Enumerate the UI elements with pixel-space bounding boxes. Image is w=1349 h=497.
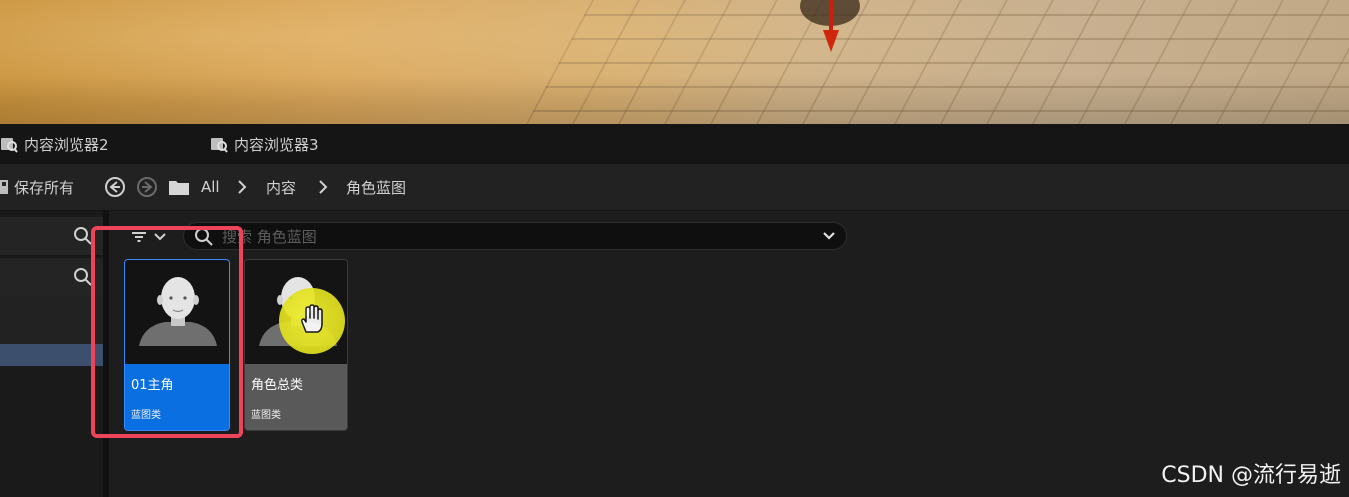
folder-icon[interactable]	[168, 178, 190, 196]
tab-content-browser-2[interactable]: 内容浏览器2	[0, 124, 109, 164]
asset-type: 蓝图类	[251, 410, 281, 421]
breadcrumb-content[interactable]: 内容	[266, 164, 296, 210]
cursor-highlight	[279, 288, 345, 354]
sources-search-row[interactable]	[0, 217, 103, 256]
search-icon[interactable]	[73, 226, 93, 246]
level-viewport[interactable]	[0, 0, 1349, 124]
breadcrumb-character-blueprints[interactable]: 角色蓝图	[346, 164, 406, 210]
asset-name: 角色总类	[251, 378, 304, 393]
content-browser-icon	[211, 138, 228, 153]
tab-content-browser-3[interactable]: 内容浏览器3	[210, 124, 319, 164]
content-browser-toolbar: 保存所有 All 内容 角色蓝图	[0, 164, 1349, 211]
transform-gizmo-arrow-icon[interactable]	[822, 0, 840, 52]
chevron-down-icon[interactable]	[822, 231, 836, 241]
asset-info: 角色总类 蓝图类	[245, 364, 347, 430]
breadcrumb-all[interactable]: All	[201, 164, 220, 210]
asset-view: 01主角 蓝图类 角色总类 蓝图类	[109, 211, 1349, 497]
search-icon[interactable]	[73, 267, 93, 287]
tab-label: 内容浏览器2	[24, 135, 109, 154]
content-browser-icon	[1, 138, 18, 153]
folder-tree-selected-row[interactable]	[0, 344, 103, 366]
chevron-right-icon[interactable]	[318, 180, 328, 194]
forward-arrow-icon[interactable]	[136, 176, 158, 198]
watermark: CSDN @流行易逝	[1161, 463, 1341, 488]
collections-search-row[interactable]	[0, 258, 103, 297]
annotation-highlight-box	[91, 226, 243, 438]
content-browser-tabbar: 内容浏览器2 内容浏览器3	[0, 124, 1349, 164]
save-icon	[0, 180, 8, 194]
save-all-button[interactable]: 保存所有	[0, 164, 74, 210]
back-arrow-icon[interactable]	[104, 176, 126, 198]
tab-label: 内容浏览器3	[234, 135, 319, 154]
hand-cursor-icon	[301, 304, 323, 333]
chevron-right-icon[interactable]	[237, 180, 247, 194]
search-input[interactable]	[220, 226, 804, 248]
asset-search-box[interactable]	[183, 222, 847, 250]
folder-tree-row[interactable]	[0, 296, 103, 344]
